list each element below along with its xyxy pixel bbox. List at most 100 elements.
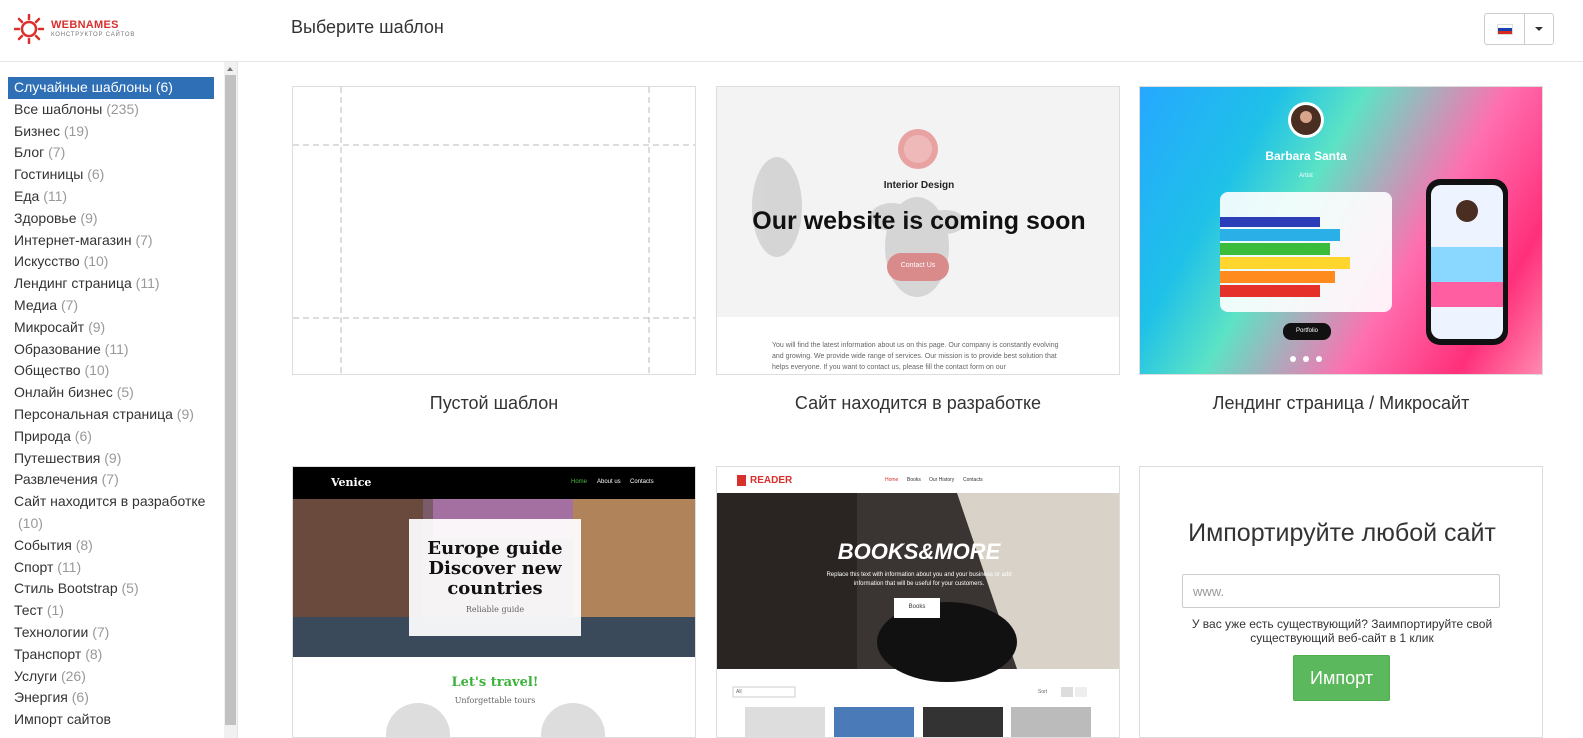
bookstore-filter: All — [736, 689, 742, 695]
scroll-up-arrow-icon[interactable] — [227, 67, 233, 71]
template-card-blank[interactable] — [292, 86, 696, 375]
category-count: (235) — [106, 100, 139, 117]
travel-tagline: Let's travel! — [451, 675, 539, 690]
category-count: (7) — [60, 296, 79, 313]
travel-subline: Reliable guide — [465, 605, 525, 614]
category-item[interactable]: Интернет-магазин (7) — [8, 230, 214, 252]
bookstore-headline: BOOKS&MORE — [837, 539, 1001, 564]
category-item[interactable]: Гостиницы (6) — [8, 164, 214, 186]
category-count: (1) — [46, 602, 64, 619]
category-label: Природа — [14, 427, 71, 444]
category-sidebar: Случайные шаблоны (6) Все шаблоны (235) Би… — [0, 62, 238, 738]
category-item[interactable]: Путешествия (9) — [8, 448, 214, 470]
category-label: Случайные шаблоны — [14, 79, 152, 95]
category-count: (7) — [101, 471, 119, 488]
import-url-input[interactable] — [1182, 574, 1500, 608]
category-label: Лендинг страница — [14, 275, 132, 292]
category-item[interactable]: Транспорт (8) — [8, 644, 214, 666]
category-item[interactable]: Бизнес (19) — [8, 121, 214, 143]
category-count: (10) — [84, 362, 110, 379]
category-count: (6) — [155, 79, 173, 95]
bookstore-sort: Sort — [1038, 689, 1048, 695]
import-button[interactable]: Импорт — [1293, 655, 1390, 701]
category-item[interactable]: Случайные шаблоны (6) — [8, 77, 214, 99]
template-card-coming-soon[interactable]: Interior Design Our website is coming so… — [716, 86, 1120, 375]
category-item[interactable]: Искусство (10) — [8, 251, 214, 273]
category-item[interactable]: Здоровье (9) — [8, 208, 214, 230]
bookstore-brand: READER — [750, 475, 793, 486]
category-count: (10) — [83, 253, 109, 270]
travel-nav-about: About us — [597, 479, 621, 485]
bookstore-preview — [717, 467, 1119, 737]
template-label-blank[interactable]: Пустой шаблон — [292, 393, 696, 414]
category-item[interactable]: Персональная страница (9) — [8, 404, 214, 426]
sidebar-scrollbar[interactable] — [224, 62, 237, 738]
category-item[interactable]: Технологии (7) — [8, 622, 214, 644]
travel-nav-contacts: Contacts — [630, 479, 654, 485]
category-item[interactable]: Онлайн бизнес (5) — [8, 382, 214, 404]
category-item[interactable]: Сайт находится в разработке (10) — [8, 491, 214, 535]
category-label: Тест — [14, 602, 43, 619]
travel-nav-home: Home — [571, 479, 588, 485]
category-count: (5) — [121, 580, 139, 597]
category-item[interactable]: Все шаблоны (235) — [8, 99, 214, 121]
template-label-landing[interactable]: Лендинг страница / Микросайт — [1139, 393, 1543, 414]
category-item[interactable]: Еда (11) — [8, 186, 214, 208]
category-list: Случайные шаблоны (6) Все шаблоны (235) Би… — [8, 77, 214, 731]
category-count: (9) — [88, 318, 106, 335]
category-item[interactable]: Тест (1) — [8, 600, 214, 622]
travel-tagline-sub: Unforgettable tours — [454, 696, 536, 705]
category-item[interactable]: Блог (7) — [8, 142, 214, 164]
category-label: Транспорт — [14, 645, 82, 662]
template-card-travel[interactable]: Venice Home About us Contacts Europe gui… — [292, 466, 696, 738]
language-flag[interactable] — [1485, 14, 1525, 44]
language-caret[interactable] — [1525, 14, 1553, 44]
category-label: Искусство — [14, 253, 80, 270]
landing-name: Barbara Santa — [1265, 149, 1347, 163]
landing-role: Artist — [1299, 173, 1313, 179]
coming-soon-body-text: You will find the latest information abo… — [772, 342, 1059, 371]
category-count: (11) — [43, 187, 68, 204]
category-item[interactable]: Лендинг страница (11) — [8, 273, 214, 295]
scroll-thumb[interactable] — [225, 75, 236, 725]
bookstore-nav-history: Our History — [929, 477, 955, 483]
template-card-bookstore[interactable]: READER Home Books Our History Contacts B… — [716, 466, 1120, 738]
category-item[interactable]: Микросайт (9) — [8, 317, 214, 339]
category-item[interactable]: Образование (11) — [8, 339, 214, 361]
template-card-landing[interactable]: Barbara Santa Artist Portfolio — [1139, 86, 1543, 375]
category-label: Стиль Bootstrap — [14, 580, 118, 597]
category-item[interactable]: События (8) — [8, 535, 214, 557]
category-count: (9) — [104, 449, 122, 466]
category-count: (11) — [135, 275, 160, 292]
webnames-logo[interactable]: WEBNAMES КОНСТРУКТОР САЙТОВ — [14, 14, 144, 44]
coming-soon-contact-button: Contact Us — [900, 262, 936, 269]
language-dropdown[interactable] — [1484, 13, 1554, 45]
category-label: Сайт находится в разработке — [14, 493, 206, 510]
template-label-coming-soon[interactable]: Сайт находится в разработке — [716, 393, 1120, 414]
category-label: Бизнес — [14, 122, 60, 139]
top-bar: WEBNAMES КОНСТРУКТОР САЙТОВ Выберите шаб… — [0, 0, 1583, 62]
category-item[interactable]: Энергия (6) — [8, 687, 214, 709]
import-title: Импортируйте любой сайт — [1188, 519, 1496, 547]
category-label: Блог — [14, 144, 45, 161]
page-title: Выберите шаблон — [291, 17, 444, 37]
category-count: (6) — [87, 166, 105, 183]
category-item[interactable]: Развлечения (7) — [8, 469, 214, 491]
category-item[interactable]: Спорт (11) — [8, 557, 214, 579]
category-label: Микросайт — [14, 318, 85, 335]
category-label: События — [14, 536, 72, 553]
category-label: Общество — [14, 362, 81, 379]
category-item[interactable]: Импорт сайтов — [8, 709, 214, 731]
category-item[interactable]: Природа (6) — [8, 426, 214, 448]
category-count: (6) — [74, 427, 92, 444]
category-label: Все шаблоны — [14, 100, 103, 117]
category-item[interactable]: Стиль Bootstrap (5) — [8, 578, 214, 600]
category-item[interactable]: Медиа (7) — [8, 295, 214, 317]
category-item[interactable]: Общество (10) — [8, 360, 214, 382]
caret-down-icon — [1535, 27, 1543, 31]
coming-soon-subtitle: Interior Design — [883, 180, 955, 191]
category-count: (8) — [85, 645, 103, 662]
category-item[interactable]: Услуги (26) — [8, 666, 214, 688]
bookstore-nav-books: Books — [907, 477, 921, 483]
bookstore-nav-contacts: Contacts — [963, 477, 983, 483]
